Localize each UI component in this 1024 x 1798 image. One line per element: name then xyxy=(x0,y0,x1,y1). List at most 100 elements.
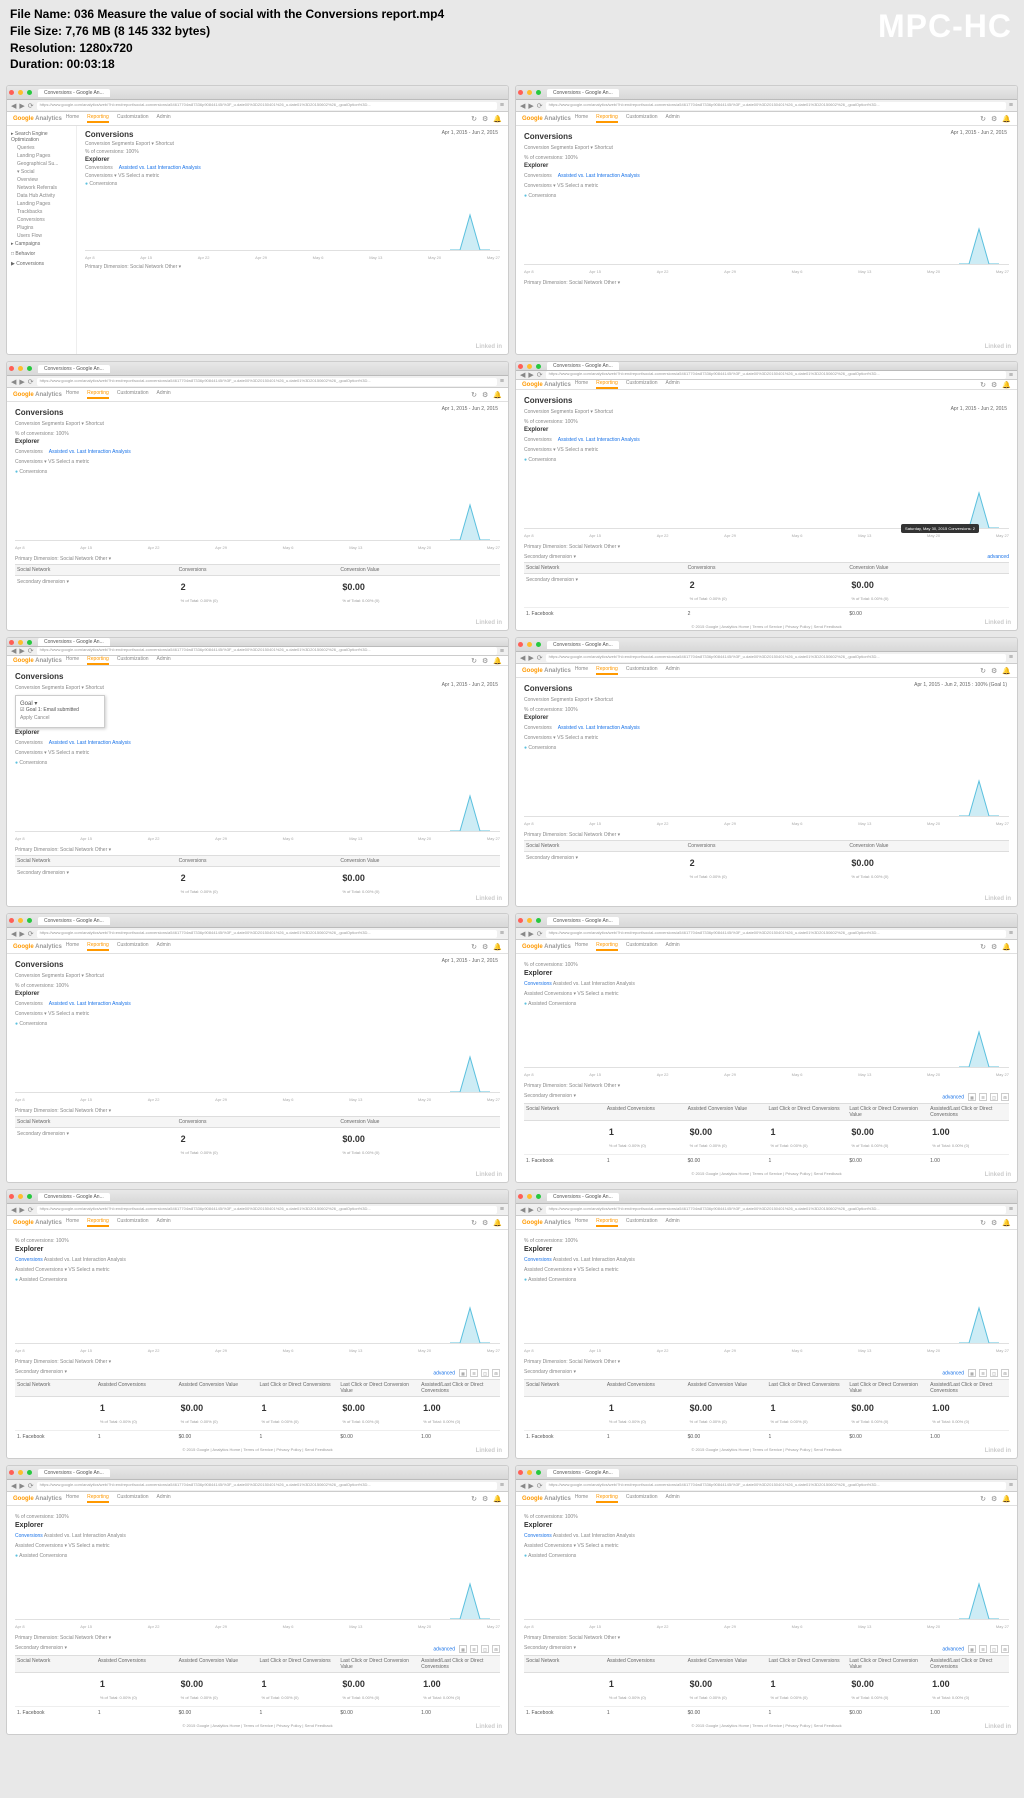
nav-reporting[interactable]: Reporting xyxy=(596,380,618,389)
tab-assisted[interactable]: Assisted vs. Last Interaction Analysis xyxy=(49,449,131,455)
reload-icon[interactable]: ⟳ xyxy=(28,1206,34,1214)
refresh-icon[interactable]: ↻ xyxy=(471,943,477,951)
reload-icon[interactable]: ⟳ xyxy=(537,371,543,379)
nav-admin[interactable]: Admin xyxy=(666,666,680,675)
browser-tab[interactable]: Conversions - Google An... xyxy=(547,1193,619,1201)
tab-conversions[interactable]: Conversions xyxy=(524,437,552,443)
minimize-icon[interactable] xyxy=(18,1470,23,1475)
url-field[interactable]: https://www.google.com/analytics/web/?hl… xyxy=(37,378,497,386)
maximize-icon[interactable] xyxy=(536,90,541,95)
reload-icon[interactable]: ⟳ xyxy=(537,1206,543,1214)
forward-icon[interactable]: ▶ xyxy=(19,378,24,386)
nav-admin[interactable]: Admin xyxy=(157,1218,171,1227)
reload-icon[interactable]: ⟳ xyxy=(28,1482,34,1490)
forward-icon[interactable]: ▶ xyxy=(528,654,533,662)
maximize-icon[interactable] xyxy=(27,1194,32,1199)
nav-reporting[interactable]: Reporting xyxy=(596,1218,618,1227)
settings-icon[interactable]: ⚙ xyxy=(482,391,488,399)
minimize-icon[interactable] xyxy=(527,642,532,647)
maximize-icon[interactable] xyxy=(27,366,32,371)
date-range[interactable]: Apr 1, 2015 - Jun 2, 2015 xyxy=(442,958,498,964)
sidebar-item[interactable]: Overview xyxy=(11,176,72,184)
nav-admin[interactable]: Admin xyxy=(666,1218,680,1227)
url-field[interactable]: https://www.google.com/analytics/web/?hl… xyxy=(37,102,497,110)
tab-assisted[interactable]: Assisted vs. Last Interaction Analysis xyxy=(558,437,640,443)
nav-customization[interactable]: Customization xyxy=(626,1494,658,1503)
notifications-icon[interactable]: 🔔 xyxy=(1002,667,1011,675)
browser-tab[interactable]: Conversions - Google An... xyxy=(547,641,619,649)
tab-conversions[interactable]: Conversions xyxy=(15,449,43,455)
view-mode-icon[interactable]: ☰ xyxy=(470,1645,478,1653)
close-icon[interactable] xyxy=(518,1470,523,1475)
close-icon[interactable] xyxy=(518,918,523,923)
view-mode-icon[interactable]: ⊞ xyxy=(492,1369,500,1377)
maximize-icon[interactable] xyxy=(27,1470,32,1475)
nav-customization[interactable]: Customization xyxy=(117,942,149,951)
primary-dimension[interactable]: Primary Dimension: Social Network Other … xyxy=(15,847,500,853)
metric-selector[interactable]: Conversions ▾ VS Select a metric xyxy=(85,173,500,179)
refresh-icon[interactable]: ↻ xyxy=(471,1495,477,1503)
sidebar-item[interactable]: ▶ Conversions xyxy=(11,260,72,268)
table-row[interactable]: 1. Facebook1$0.001$0.001.00 xyxy=(524,1154,1009,1167)
maximize-icon[interactable] xyxy=(536,918,541,923)
export-bar[interactable]: Conversion Segments Export ▾ Shortcut xyxy=(15,685,500,691)
view-mode-icon[interactable]: ☰ xyxy=(979,1645,987,1653)
nav-admin[interactable]: Admin xyxy=(157,390,171,399)
tab-conversions[interactable]: Conversions xyxy=(15,740,43,746)
view-mode-icon[interactable]: ⊞ xyxy=(492,1645,500,1653)
close-icon[interactable] xyxy=(9,1470,14,1475)
tab-assisted[interactable]: Assisted vs. Last Interaction Analysis xyxy=(49,740,131,746)
settings-icon[interactable]: ⚙ xyxy=(482,943,488,951)
nav-admin[interactable]: Admin xyxy=(157,1494,171,1503)
nav-home[interactable]: Home xyxy=(66,390,79,399)
forward-icon[interactable]: ▶ xyxy=(528,102,533,110)
sidebar-item[interactable]: ▸ Campaigns xyxy=(11,240,72,248)
minimize-icon[interactable] xyxy=(527,364,532,369)
notifications-icon[interactable]: 🔔 xyxy=(493,1219,502,1227)
date-range[interactable]: Apr 1, 2015 - Jun 2, 2015 xyxy=(951,130,1007,136)
view-mode-icon[interactable]: ⊞ xyxy=(1001,1645,1009,1653)
nav-home[interactable]: Home xyxy=(575,1218,588,1227)
nav-home[interactable]: Home xyxy=(66,1494,79,1503)
nav-home[interactable]: Home xyxy=(575,666,588,675)
close-icon[interactable] xyxy=(9,90,14,95)
refresh-icon[interactable]: ↻ xyxy=(980,943,986,951)
view-mode-icon[interactable]: ◫ xyxy=(481,1645,489,1653)
url-field[interactable]: https://www.google.com/analytics/web/?hl… xyxy=(546,654,1006,662)
view-mode-icon[interactable]: ☰ xyxy=(470,1369,478,1377)
url-field[interactable]: https://www.google.com/analytics/web/?hl… xyxy=(37,1482,497,1490)
notifications-icon[interactable]: 🔔 xyxy=(493,657,502,665)
notifications-icon[interactable]: 🔔 xyxy=(1002,381,1011,389)
maximize-icon[interactable] xyxy=(27,640,32,645)
tab-conversions[interactable]: Conversions xyxy=(85,165,113,171)
forward-icon[interactable]: ▶ xyxy=(528,930,533,938)
nav-customization[interactable]: Customization xyxy=(626,114,658,123)
back-icon[interactable]: ◀ xyxy=(520,930,525,938)
forward-icon[interactable]: ▶ xyxy=(19,1482,24,1490)
reload-icon[interactable]: ⟳ xyxy=(537,930,543,938)
view-mode-icon[interactable]: ▦ xyxy=(968,1645,976,1653)
notifications-icon[interactable]: 🔔 xyxy=(493,391,502,399)
menu-icon[interactable]: ≡ xyxy=(500,378,504,385)
url-field[interactable]: https://www.google.com/analytics/web/?hl… xyxy=(37,930,497,938)
reload-icon[interactable]: ⟳ xyxy=(537,1482,543,1490)
close-icon[interactable] xyxy=(518,90,523,95)
sidebar-item[interactable]: Conversions xyxy=(11,216,72,224)
nav-reporting[interactable]: Reporting xyxy=(596,114,618,123)
nav-admin[interactable]: Admin xyxy=(157,114,171,123)
maximize-icon[interactable] xyxy=(536,642,541,647)
tab-assisted[interactable]: Assisted vs. Last Interaction Analysis xyxy=(119,165,201,171)
minimize-icon[interactable] xyxy=(527,1470,532,1475)
browser-tab[interactable]: Conversions - Google An... xyxy=(547,362,619,370)
nav-admin[interactable]: Admin xyxy=(157,656,171,665)
metric-selector[interactable]: Conversions ▾ VS Select a metric xyxy=(524,447,1009,453)
url-field[interactable]: https://www.google.com/analytics/web/?hl… xyxy=(546,930,1006,938)
sidebar-item[interactable]: Geographical Su... xyxy=(11,160,72,168)
settings-icon[interactable]: ⚙ xyxy=(991,115,997,123)
nav-admin[interactable]: Admin xyxy=(666,942,680,951)
metric-selector[interactable]: Conversions ▾ VS Select a metric xyxy=(15,750,500,756)
back-icon[interactable]: ◀ xyxy=(520,371,525,379)
view-mode-icon[interactable]: ◫ xyxy=(990,1645,998,1653)
settings-icon[interactable]: ⚙ xyxy=(991,943,997,951)
minimize-icon[interactable] xyxy=(18,1194,23,1199)
